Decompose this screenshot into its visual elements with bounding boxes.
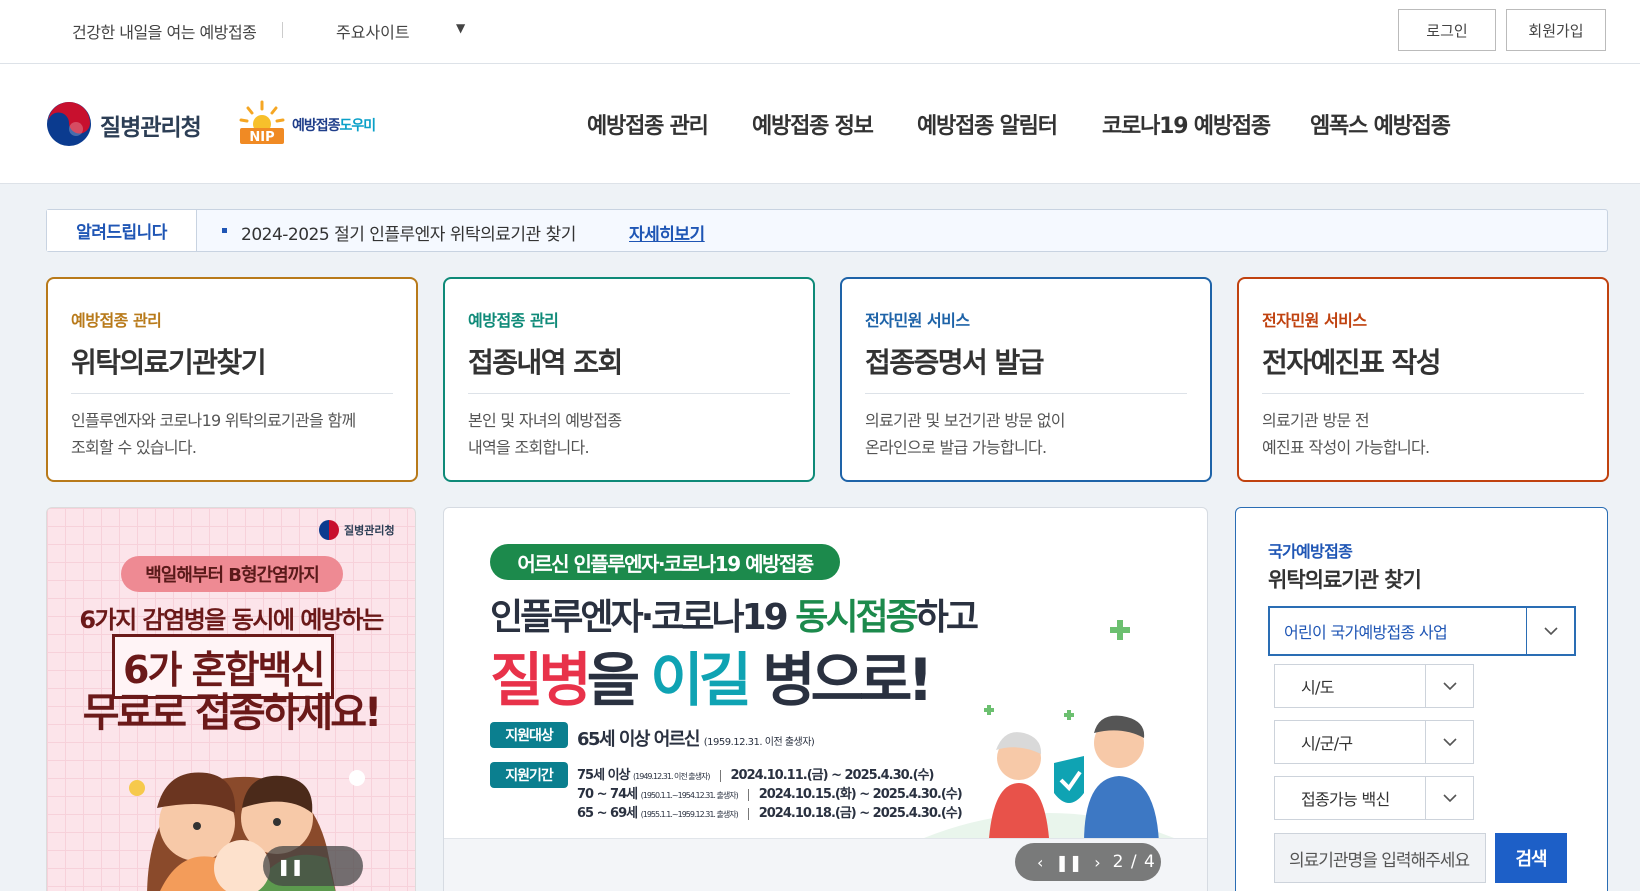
nip-name-part2: 도우미 (339, 118, 377, 134)
nip-name-part1: 예방접종 (292, 118, 341, 134)
nav-mpox-vaccination[interactable]: 엠폭스 예방접종 (1310, 108, 1451, 140)
utility-bar: 건강한 내일을 여는 예방접종 주요사이트 ▼ 로그인 회원가입 (0, 0, 1640, 64)
target-text: 65세 이상 어르신 (1959.12.31. 이전 출생자) (577, 729, 815, 750)
chevron-left-icon[interactable]: ‹ (1037, 853, 1043, 872)
seniors-illustration-icon (924, 705, 1174, 848)
card-title: 전자예진표 작성 (1262, 346, 1442, 379)
signup-button[interactable]: 회원가입 (1506, 9, 1606, 51)
notice-bar: 알려드립니다 2024-2025 절기 인플루엔자 위탁의료기관 찾기 자세히보… (46, 209, 1608, 252)
chevron-down-icon[interactable] (1425, 721, 1473, 763)
program-select[interactable]: 어린이 국가예방접종 사업 (1268, 606, 1576, 656)
login-button[interactable]: 로그인 (1398, 9, 1496, 51)
card-find-clinic[interactable]: 예방접종 관리 위탁의료기관찾기 인플루엔자와 코로나19 위탁의료기관을 함께… (46, 277, 418, 482)
nip-badge-text: NIP (249, 130, 274, 145)
chevron-down-icon[interactable] (1425, 665, 1473, 707)
nav-vaccination-management[interactable]: 예방접종 관리 (587, 108, 709, 140)
chevron-down-icon[interactable] (1425, 777, 1473, 819)
card-description: 의료기관 및 보건기관 방문 없이 온라인으로 발급 가능합니다. (865, 411, 1066, 457)
site-slogan: 건강한 내일을 여는 예방접종 (72, 23, 257, 42)
pause-icon[interactable]: ❚❚ (1055, 853, 1082, 872)
divider (468, 393, 790, 394)
main-header: 질병관리청 NIP 예방접종도우미 예방접종 관리 예방접종 정보 예방접종 알… (0, 64, 1640, 184)
divider (865, 393, 1187, 394)
card-description: 본인 및 자녀의 예방접종 내역을 조회합니다. (468, 411, 622, 457)
banner-headline: 6가지 감염병을 동시에 예방하는 (79, 606, 384, 634)
banner-pill: 백일해부터 B형간염까지 (121, 556, 343, 592)
banner-hexavalent-vaccine[interactable]: 질병관리청 백일해부터 B형간염까지 6가지 감염병을 동시에 예방하는 6가 … (46, 507, 416, 891)
card-title: 접종증명서 발급 (865, 346, 1045, 379)
plus-decoration-icon (1110, 620, 1130, 640)
vaccine-select[interactable]: 접종가능 백신 (1274, 776, 1474, 820)
card-certificate-issue[interactable]: 전자민원 서비스 접종증명서 발급 의료기관 및 보건기관 방문 없이 온라인으로… (840, 277, 1212, 482)
major-sites-dropdown[interactable]: 주요사이트 (336, 19, 410, 43)
province-select[interactable]: 시/도 (1274, 664, 1474, 708)
kdca-name[interactable]: 질병관리청 (100, 108, 202, 142)
banner-flu-covid-vaccination[interactable]: 어르신 인플루엔자·코로나19 예방접종 인플루엔자·코로나19 동시접종하고 … (443, 507, 1208, 891)
notice-label: 알려드립니다 (47, 210, 197, 251)
banner-headline: 질병을 이길 병으로! (490, 646, 934, 714)
banner-pill: 어르신 인플루엔자·코로나19 예방접종 (490, 544, 840, 580)
card-category: 예방접종 관리 (71, 311, 162, 330)
card-category: 전자민원 서비스 (865, 311, 970, 330)
kdca-logo-icon[interactable] (46, 101, 92, 147)
nav-covid19-vaccination[interactable]: 코로나19 예방접종 (1102, 108, 1271, 140)
finder-category: 국가예방접종 (1268, 542, 1353, 561)
notice-more-link[interactable]: 자세히보기 (629, 220, 705, 245)
divider (282, 22, 283, 38)
card-e-questionnaire[interactable]: 전자민원 서비스 전자예진표 작성 의료기관 방문 전 예진표 작성이 가능합니다… (1237, 277, 1609, 482)
period-row: 70 ~ 74세 (1950.1.1.~1954.12.31. 출생자) 2024… (577, 787, 963, 802)
clinic-finder-panel: 국가예방접종 위탁의료기관 찾기 어린이 국가예방접종 사업 시/도 시/군/구… (1235, 507, 1608, 891)
slider-pause-button[interactable]: ❚❚ (263, 846, 363, 886)
card-title: 위탁의료기관찾기 (71, 346, 267, 379)
card-title: 접종내역 조회 (468, 346, 623, 379)
nav-vaccination-notices[interactable]: 예방접종 알림터 (917, 108, 1058, 140)
nav-vaccination-info[interactable]: 예방접종 정보 (752, 108, 874, 140)
district-select[interactable]: 시/군/구 (1274, 720, 1474, 764)
card-category: 전자민원 서비스 (1262, 311, 1367, 330)
search-button[interactable]: 검색 (1495, 833, 1567, 883)
chevron-right-icon[interactable]: › (1094, 853, 1100, 872)
chevron-down-icon[interactable] (1526, 608, 1574, 654)
divider (1262, 393, 1584, 394)
target-tag: 지원대상 (490, 722, 568, 748)
card-description: 인플루엔자와 코로나19 위탁의료기관을 함께 조회할 수 있습니다. (71, 411, 356, 457)
kdca-logo-icon (319, 520, 339, 540)
slide-counter: 2 / 4 (1112, 852, 1156, 872)
period-row: 65 ~ 69세 (1955.1.1.~1959.12.31. 출생자) 2024… (577, 806, 963, 821)
bullet-icon (222, 228, 227, 233)
divider (71, 393, 393, 394)
caret-down-icon[interactable]: ▼ (456, 21, 465, 35)
card-category: 예방접종 관리 (468, 311, 559, 330)
card-description: 의료기관 방문 전 예진표 작성이 가능합니다. (1262, 411, 1430, 457)
clinic-name-input[interactable]: 의료기관명을 입력해주세요 (1274, 833, 1486, 883)
card-vaccination-history[interactable]: 예방접종 관리 접종내역 조회 본인 및 자녀의 예방접종 내역을 조회합니다. (443, 277, 815, 482)
slider-controls: ‹ ❚❚ › 2 / 4 (1015, 843, 1161, 881)
finder-title: 위탁의료기관 찾기 (1268, 568, 1422, 592)
nip-logo-icon[interactable]: NIP (238, 100, 286, 146)
notice-text[interactable]: 2024-2025 절기 인플루엔자 위탁의료기관 찾기 (241, 220, 576, 245)
kdca-mini-logo: 질병관리청 (319, 520, 395, 540)
nip-brand-name[interactable]: 예방접종도우미 (292, 115, 377, 135)
period-tag: 지원기간 (490, 762, 568, 788)
period-row: 75세 이상 (1949.12.31. 이전 출생자) 2024.10.11.(금… (577, 768, 934, 783)
